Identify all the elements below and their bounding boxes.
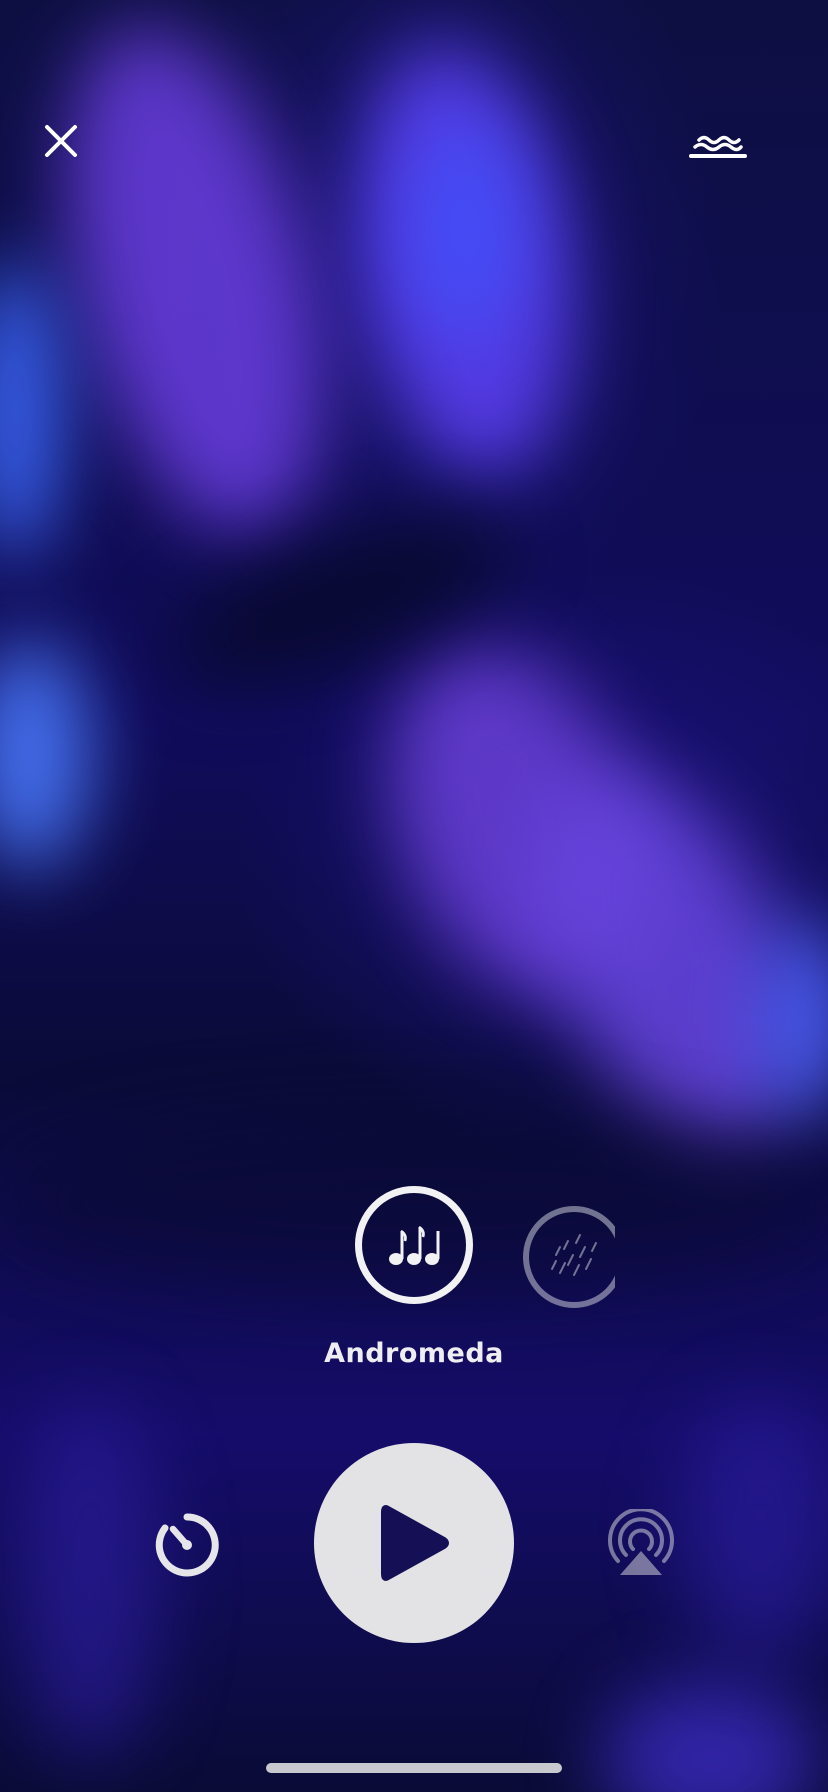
sound-title: Andromeda [324,1338,504,1369]
music-notes-icon [389,1225,440,1265]
sleep-player-screen: Andromeda [0,0,828,1792]
sound-item-next[interactable] [523,1206,615,1308]
rain-icon [551,1234,597,1276]
waves-icon [689,135,747,158]
sound-item-active[interactable] [355,1186,473,1304]
waves-button[interactable] [686,126,750,166]
timer-icon [155,1513,219,1577]
play-icon [381,1505,449,1581]
airplay-button[interactable] [604,1508,678,1582]
airplay-icon [608,1509,674,1575]
play-button[interactable] [314,1443,514,1643]
timer-button[interactable] [150,1508,224,1582]
close-icon [45,125,77,157]
home-indicator[interactable] [266,1763,562,1773]
sound-carousel[interactable]: Andromeda [0,1186,828,1386]
close-button[interactable] [36,116,86,166]
